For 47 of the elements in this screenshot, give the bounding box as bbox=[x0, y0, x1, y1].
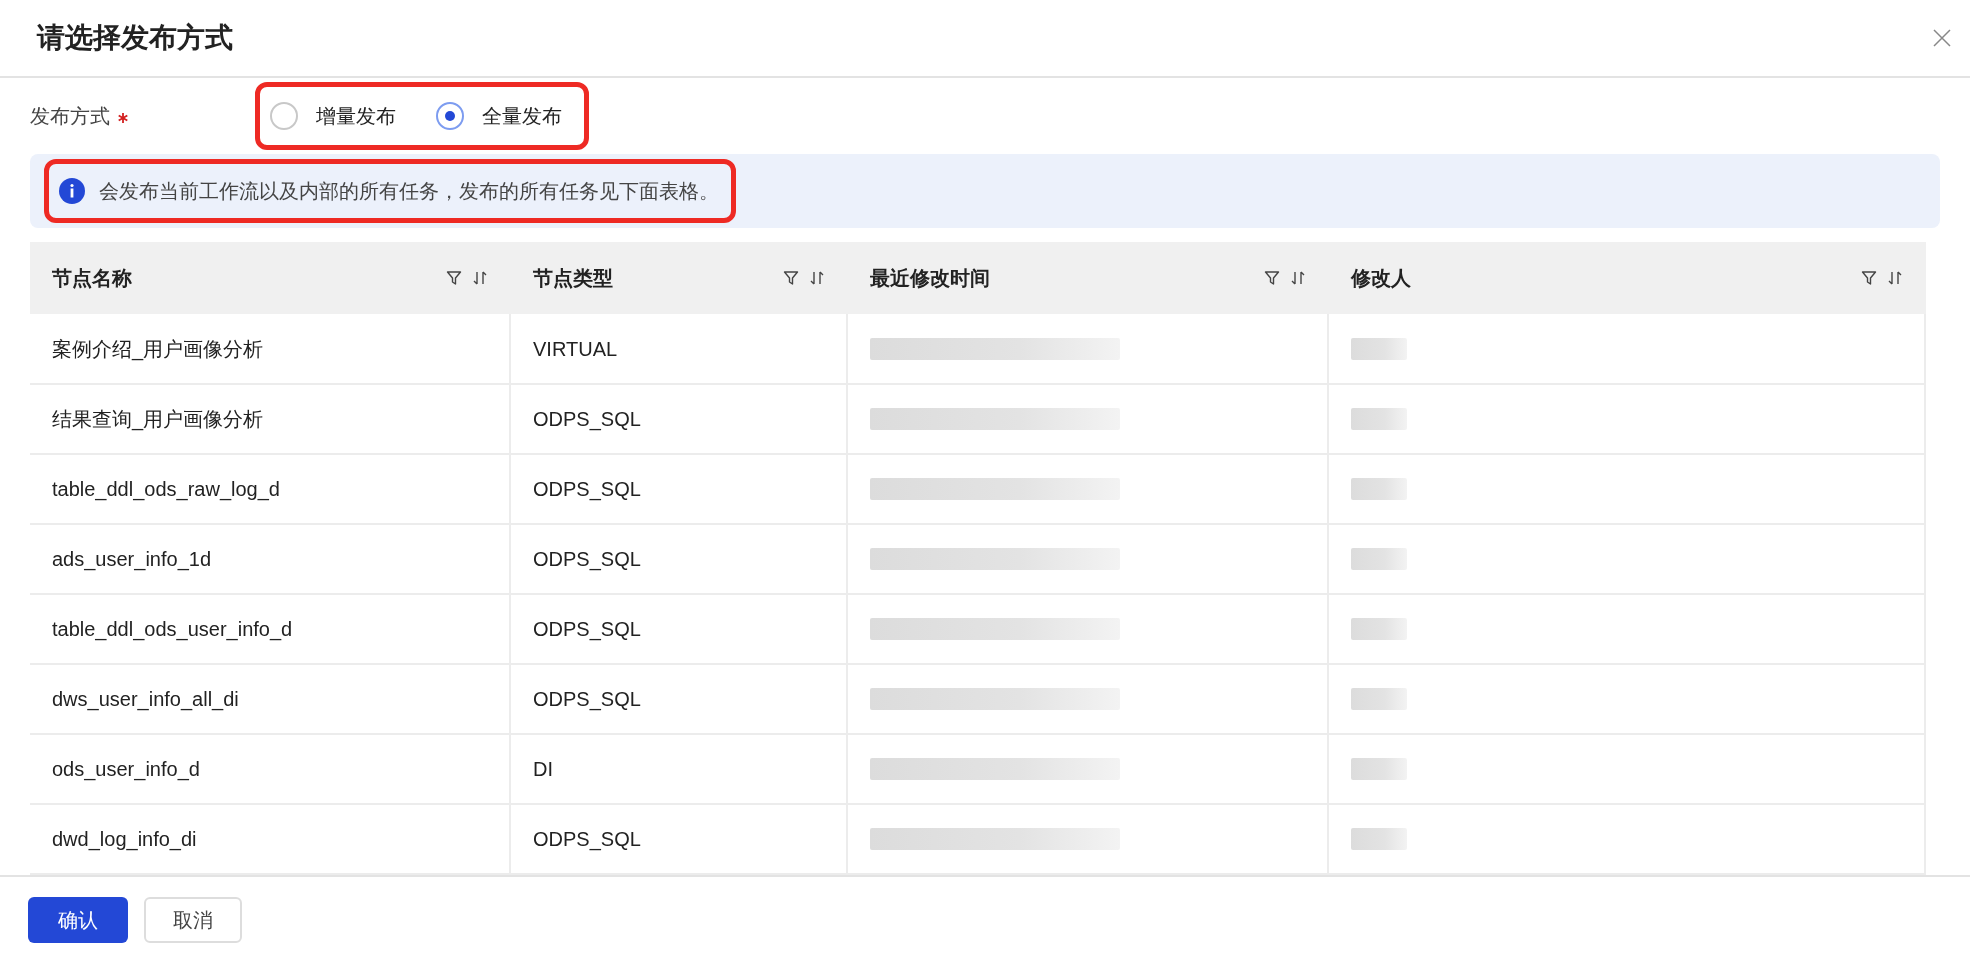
table-cell: ODPS_SQL bbox=[510, 524, 847, 594]
column-header: 节点类型 bbox=[532, 266, 613, 291]
sort-icon[interactable] bbox=[1289, 270, 1306, 286]
blurred-text bbox=[1351, 337, 1407, 360]
blurred-text bbox=[1351, 828, 1407, 850]
table-cell: VIRTUAL bbox=[510, 314, 847, 384]
info-icon bbox=[59, 178, 85, 204]
sort-icon[interactable] bbox=[1886, 270, 1903, 286]
filter-icon[interactable] bbox=[1263, 270, 1280, 286]
table-cell: ODPS_SQL bbox=[510, 454, 847, 524]
blurred-text bbox=[1351, 758, 1407, 780]
column-header: 节点名称 bbox=[52, 266, 132, 291]
field-label: 发布方式 bbox=[30, 105, 110, 127]
confirm-button[interactable]: 确认 bbox=[28, 897, 128, 943]
column-header: 最近修改时间 bbox=[869, 266, 990, 291]
table-cell: 案例介绍_用户画像分析 bbox=[30, 314, 510, 384]
radio-option[interactable]: 全量发布 bbox=[436, 101, 562, 131]
table-cell: dws_user_info_all_di bbox=[30, 664, 510, 734]
radio-button[interactable] bbox=[270, 102, 298, 130]
sort-icon[interactable] bbox=[808, 270, 825, 286]
alert-text: 会发布当前工作流以及内部的所有任务，发布的所有任务见下面表格。 bbox=[99, 179, 719, 204]
blurred-text bbox=[1351, 408, 1407, 430]
cancel-button[interactable]: 取消 bbox=[144, 897, 242, 943]
radio-button[interactable] bbox=[436, 102, 464, 130]
blurred-text bbox=[1351, 548, 1407, 570]
table-cell: ODPS_SQL bbox=[510, 664, 847, 734]
dialog-title: 请选择发布方式 bbox=[37, 21, 233, 55]
blurred-text bbox=[1351, 618, 1407, 640]
column-header: 修改人 bbox=[1350, 266, 1411, 291]
sort-icon[interactable] bbox=[471, 270, 488, 286]
blurred-text bbox=[1351, 478, 1407, 500]
table-cell: ODPS_SQL bbox=[510, 804, 847, 874]
filter-icon[interactable] bbox=[782, 270, 799, 286]
table-cell: ods_user_info_d bbox=[30, 734, 510, 804]
filter-icon[interactable] bbox=[1860, 270, 1877, 286]
close-icon[interactable] bbox=[1933, 29, 1951, 47]
table-cell: DI bbox=[510, 734, 847, 804]
table-cell: table_ddl_ods_raw_log_d bbox=[30, 454, 510, 524]
table-cell: ads_user_info_1d bbox=[30, 524, 510, 594]
table-cell: dwd_log_info_di bbox=[30, 804, 510, 874]
table-cell: 结果查询_用户画像分析 bbox=[30, 384, 510, 454]
filter-icon[interactable] bbox=[445, 270, 462, 286]
table-cell: ODPS_SQL bbox=[510, 594, 847, 664]
blurred-text bbox=[1351, 688, 1407, 710]
table-cell: ODPS_SQL bbox=[510, 384, 847, 454]
table-cell: table_ddl_ods_user_info_d bbox=[30, 594, 510, 664]
radio-option[interactable]: 增量发布 bbox=[270, 101, 396, 131]
